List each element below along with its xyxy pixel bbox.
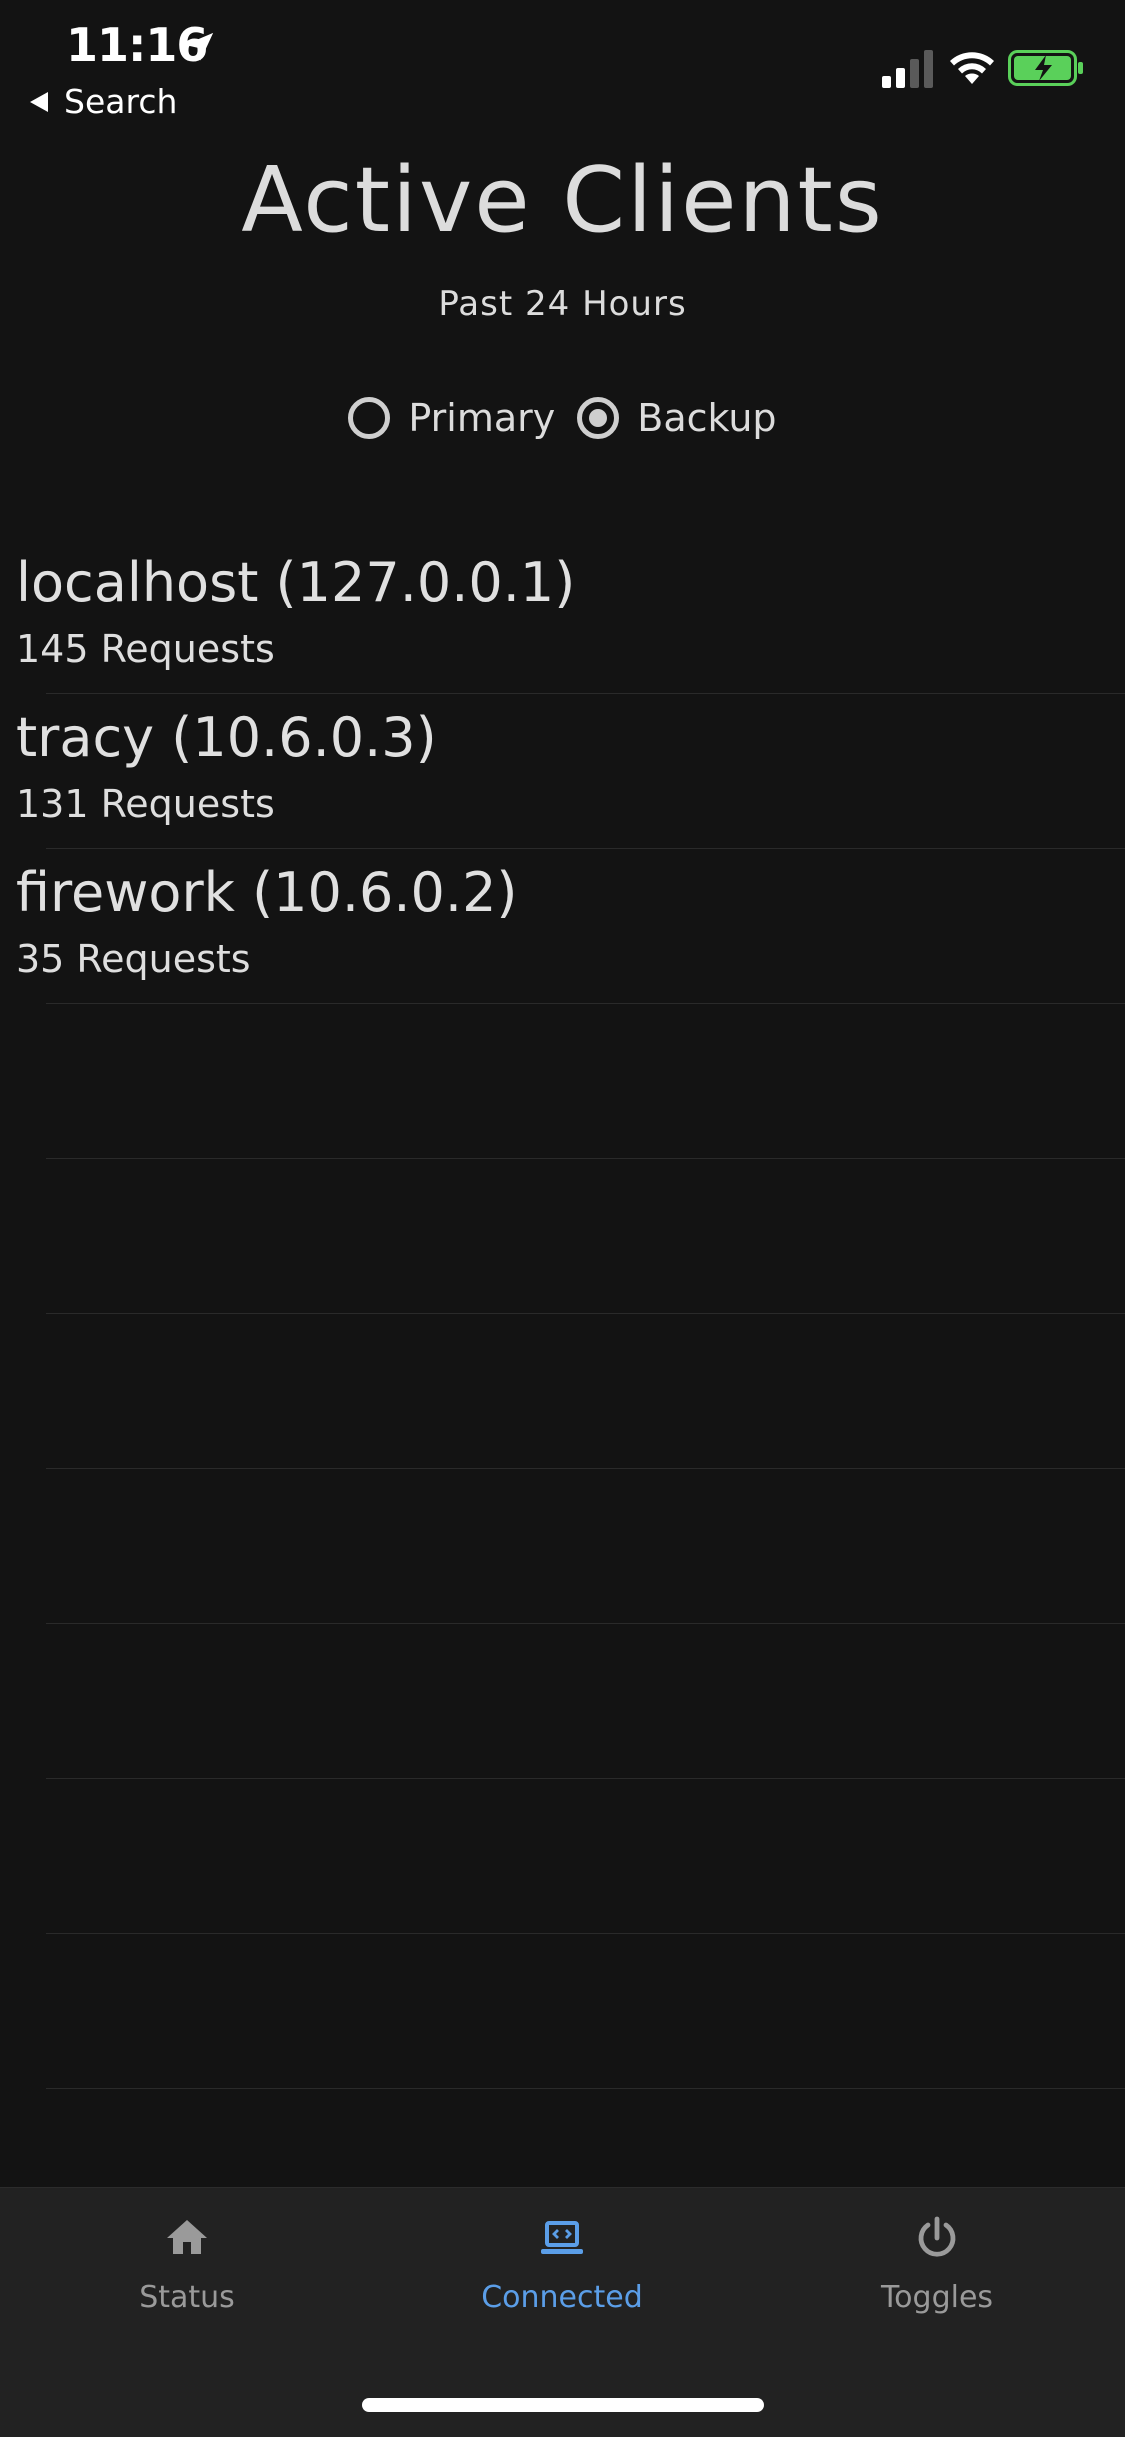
empty-row bbox=[0, 1469, 1125, 1624]
empty-row bbox=[0, 1934, 1125, 2089]
radio-backup-label: Backup bbox=[637, 396, 777, 440]
page-title: Active Clients bbox=[241, 148, 884, 253]
row-divider bbox=[46, 2088, 1125, 2089]
back-label: Search bbox=[64, 82, 178, 121]
tab-connected[interactable]: Connected bbox=[412, 2214, 712, 2315]
radio-primary[interactable]: Primary bbox=[348, 396, 555, 440]
cellular-signal-icon bbox=[882, 50, 933, 88]
status-bar: 11:16 Search bbox=[0, 0, 1125, 130]
battery-charging-icon bbox=[1008, 50, 1083, 86]
home-indicator bbox=[362, 2398, 764, 2412]
radio-backup[interactable]: Backup bbox=[577, 396, 777, 440]
client-name: firework (10.6.0.2) bbox=[16, 861, 518, 924]
client-request-count: 131 Requests bbox=[16, 782, 275, 826]
tab-toggles[interactable]: Toggles bbox=[787, 2214, 1087, 2315]
page-subtitle: Past 24 Hours bbox=[438, 284, 687, 324]
server-selector: Primary Backup bbox=[0, 396, 1125, 440]
power-icon bbox=[918, 2216, 956, 2257]
list-item[interactable]: firework (10.6.0.2) 35 Requests bbox=[0, 849, 1125, 1004]
client-name: tracy (10.6.0.3) bbox=[16, 706, 437, 769]
client-name: localhost (127.0.0.1) bbox=[16, 551, 576, 614]
tab-connected-label: Connected bbox=[481, 2280, 643, 2315]
tab-status[interactable]: Status bbox=[37, 2214, 337, 2315]
home-icon bbox=[167, 2220, 207, 2254]
empty-row bbox=[0, 1779, 1125, 1934]
tab-status-label: Status bbox=[139, 2280, 235, 2315]
client-request-count: 35 Requests bbox=[16, 937, 251, 981]
empty-row bbox=[0, 1314, 1125, 1469]
tab-toggles-label: Toggles bbox=[880, 2280, 994, 2315]
back-to-search-link[interactable]: Search bbox=[30, 82, 177, 121]
empty-row bbox=[0, 1159, 1125, 1314]
laptop-icon bbox=[541, 2221, 583, 2254]
wifi-icon bbox=[950, 52, 994, 84]
list-item[interactable]: localhost (127.0.0.1) 145 Requests bbox=[0, 539, 1125, 694]
client-request-count: 145 Requests bbox=[16, 627, 275, 671]
tab-bar: Status Connected Toggles bbox=[0, 2187, 1125, 2437]
radio-primary-circle[interactable] bbox=[348, 397, 391, 439]
radio-primary-label: Primary bbox=[408, 396, 556, 440]
clients-list: localhost (127.0.0.1) 145 Requests tracy… bbox=[0, 539, 1125, 2089]
back-triangle-icon bbox=[30, 91, 48, 112]
location-arrow-icon bbox=[184, 32, 214, 61]
empty-row bbox=[0, 1624, 1125, 1779]
list-item[interactable]: tracy (10.6.0.3) 131 Requests bbox=[0, 694, 1125, 849]
radio-backup-circle[interactable] bbox=[577, 397, 620, 439]
empty-row bbox=[0, 1004, 1125, 1159]
